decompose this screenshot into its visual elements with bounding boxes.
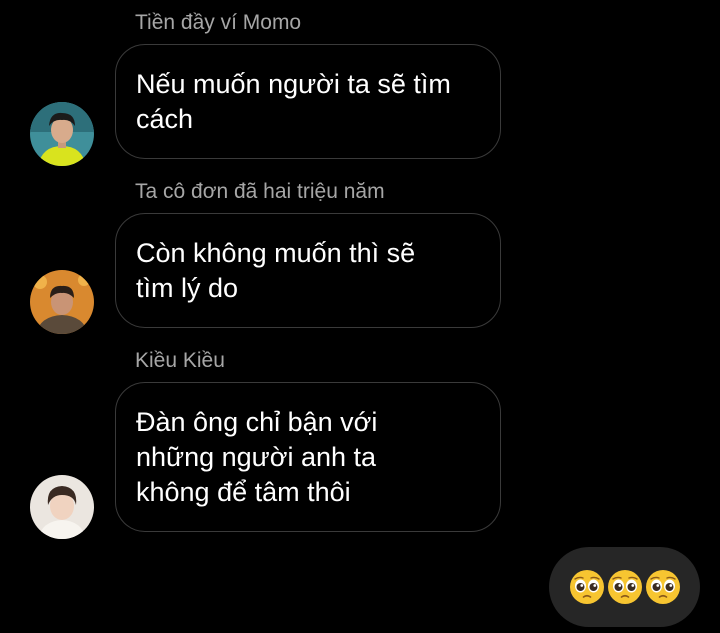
message-bubble[interactable]: Đàn ông chỉ bận với những người anh ta k… bbox=[115, 382, 501, 532]
avatar-orange-background-icon bbox=[30, 270, 94, 334]
avatar[interactable] bbox=[30, 475, 94, 539]
pleading-face-icon bbox=[607, 569, 643, 605]
avatar-light-background-icon bbox=[30, 475, 94, 539]
sender-name: Ta cô đơn đã hai triệu năm bbox=[135, 180, 385, 203]
my-message-bubble[interactable] bbox=[549, 547, 700, 627]
avatar[interactable] bbox=[30, 102, 94, 166]
avatar-yellow-shirt-icon bbox=[30, 102, 94, 166]
sender-name: Tiền đầy ví Momo bbox=[135, 11, 302, 34]
message-bubble[interactable]: Còn không muốn thì sẽ tìm lý do bbox=[115, 213, 501, 328]
message-text: Còn không muốn thì sẽ tìm lý do bbox=[136, 237, 416, 303]
sender-name: Kiều Kiều bbox=[135, 349, 225, 372]
pleading-face-icon bbox=[645, 569, 681, 605]
message-text: Đàn ông chỉ bận với những người anh ta k… bbox=[136, 406, 378, 507]
message-bubble[interactable]: Nếu muốn người ta sẽ tìm cách bbox=[115, 44, 501, 159]
avatar[interactable] bbox=[30, 270, 94, 334]
pleading-face-icon bbox=[569, 569, 605, 605]
message-text: Nếu muốn người ta sẽ tìm cách bbox=[136, 68, 451, 134]
